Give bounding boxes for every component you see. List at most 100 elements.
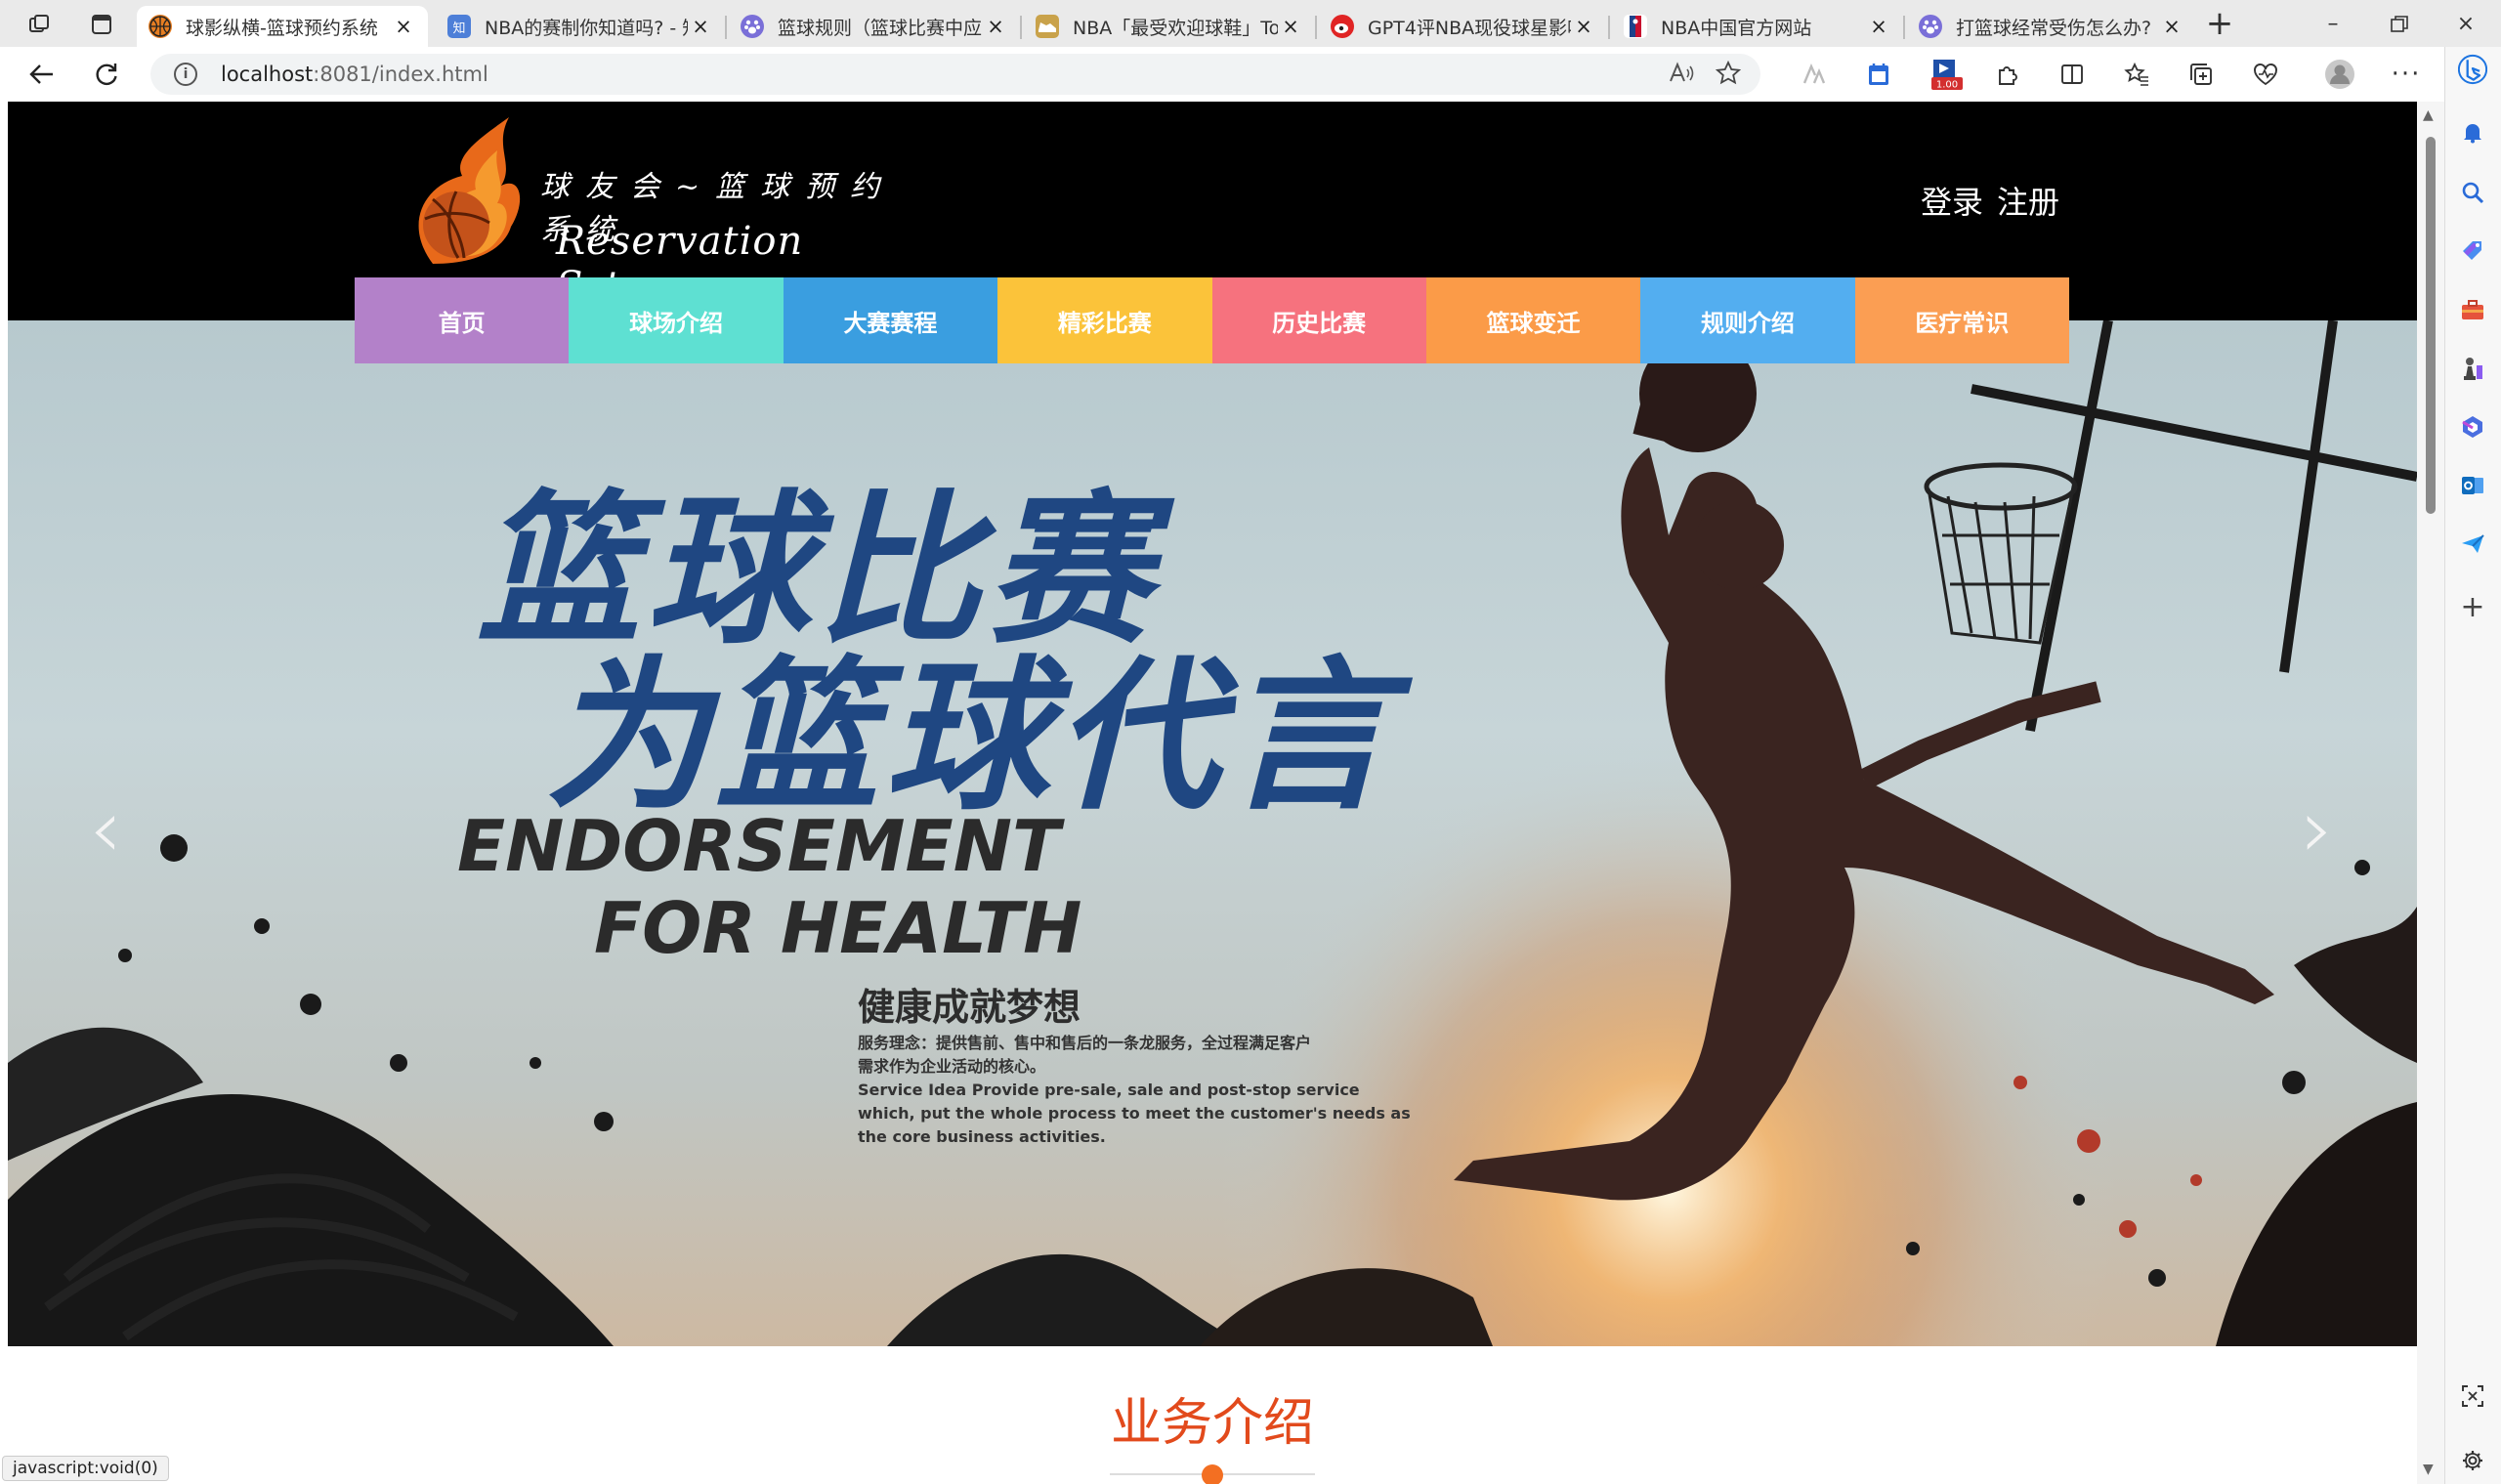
- search-icon[interactable]: [2458, 178, 2487, 207]
- tab[interactable]: NBA「最受欢迎球鞋」Top ×: [1024, 6, 1315, 47]
- hero-fine-print: 服务理念：提供售前、售中和售后的一条龙服务，全过程满足客户 需求作为企业活动的核…: [858, 1032, 1411, 1149]
- scroll-up-arrow-icon[interactable]: ▲: [2423, 107, 2434, 123]
- hero-fine-line: which, put the whole process to meet the…: [858, 1104, 1411, 1123]
- tab-actions-icon[interactable]: [88, 12, 115, 37]
- tab[interactable]: 打篮球经常受伤怎么办? ×: [1907, 6, 2196, 47]
- speed-extension-icon[interactable]: 1.00: [1923, 57, 1968, 92]
- nav-item-schedule[interactable]: 大赛赛程: [783, 277, 998, 363]
- divider-dot: [1202, 1464, 1223, 1484]
- nav-item-courts[interactable]: 球场介绍: [569, 277, 784, 363]
- refresh-icon[interactable]: [88, 57, 125, 92]
- site-logo[interactable]: 球友会~篮球预约系统 Reservation Sstem: [403, 117, 911, 309]
- tab-active[interactable]: 球影纵横-篮球预约系统 ×: [137, 6, 428, 47]
- close-window-button[interactable]: ×: [2437, 8, 2495, 41]
- login-link[interactable]: 登录: [1921, 184, 1983, 221]
- register-link[interactable]: 注册: [1997, 184, 2059, 221]
- site-info-icon[interactable]: i: [174, 63, 197, 86]
- close-tab-icon[interactable]: ×: [1571, 15, 1596, 38]
- hero-fine-line: 服务理念：提供售前、售中和售后的一条龙服务，全过程满足客户: [858, 1034, 1312, 1052]
- url-text[interactable]: localhost:8081/index.html: [221, 63, 488, 86]
- address-bar[interactable]: i localhost:8081/index.html: [150, 54, 1760, 95]
- browser-tab-bar: 球影纵横-篮球预约系统 × 知 NBA的赛制你知道吗? - 知 × 篮球规则（篮…: [0, 0, 2501, 47]
- tab[interactable]: 篮球规则（篮球比赛中应 ×: [729, 6, 1020, 47]
- speed-badge: 1.00: [1936, 80, 1958, 91]
- tab-title: 球影纵横-篮球预约系统: [186, 17, 378, 39]
- close-tab-icon[interactable]: ×: [1866, 15, 1891, 38]
- nav-item-history[interactable]: 历史比赛: [1211, 277, 1426, 363]
- favorites-icon[interactable]: [2118, 57, 2155, 92]
- browser-sidebar: +: [2444, 47, 2501, 1484]
- tab-separator: [1903, 16, 1905, 39]
- section-divider: [1110, 1463, 1315, 1484]
- zhihu-icon: 知: [447, 15, 471, 38]
- shopping-tag-icon[interactable]: [2458, 236, 2487, 266]
- tab[interactable]: NBA中国官方网站 ×: [1612, 6, 1903, 47]
- close-tab-icon[interactable]: ×: [2159, 15, 2184, 38]
- calendar-extension-icon[interactable]: [1860, 57, 1897, 92]
- extensions-puzzle-icon[interactable]: [1989, 57, 2026, 92]
- browser-essentials-icon[interactable]: [2247, 57, 2284, 92]
- nav-item-rules[interactable]: 规则介绍: [1640, 277, 1855, 363]
- sneaker-icon: [1036, 15, 1059, 38]
- carousel-prev-arrow-icon[interactable]: ‹: [76, 787, 135, 869]
- hero-english-2: FOR HEALTH: [594, 887, 1082, 969]
- scrollbar-thumb[interactable]: [2426, 137, 2436, 514]
- collections-icon[interactable]: [2183, 57, 2220, 92]
- weibo-icon: [1331, 15, 1354, 38]
- settings-gear-icon[interactable]: [2458, 1446, 2487, 1475]
- baidu-paw-icon: [1919, 15, 1942, 38]
- split-screen-icon[interactable]: [2054, 57, 2091, 92]
- status-bar-link: javascript:void(0): [2, 1456, 169, 1481]
- tab-title: GPT4评NBA现役球星影响: [1368, 17, 1571, 39]
- extension-a-icon[interactable]: [1796, 57, 1833, 92]
- microsoft-365-icon[interactable]: [2458, 412, 2487, 442]
- back-icon[interactable]: [23, 57, 61, 92]
- flaming-basketball-icon: [418, 117, 521, 264]
- tab-separator: [1608, 16, 1610, 39]
- tab[interactable]: 知 NBA的赛制你知道吗? - 知 ×: [436, 6, 725, 47]
- business-intro-section: 业务介绍: [8, 1381, 2417, 1484]
- hero-fine-line: 需求作为企业活动的核心。: [858, 1057, 1046, 1076]
- send-drop-icon[interactable]: [2458, 530, 2487, 559]
- hero-carousel: 篮球比赛 为篮球代言 ENDORSEMENT FOR HEALTH 健康成就梦想…: [8, 320, 2417, 1346]
- bing-copilot-icon[interactable]: [2458, 54, 2487, 85]
- games-chess-icon[interactable]: [2458, 354, 2487, 383]
- nba-logo-icon: [1624, 15, 1647, 38]
- profile-avatar-icon[interactable]: [2321, 57, 2358, 92]
- tab-title: 篮球规则（篮球比赛中应: [778, 17, 983, 39]
- scroll-down-arrow-icon[interactable]: ▼: [2423, 1462, 2434, 1477]
- hero-fine-line: Service Idea Provide pre-sale, sale and …: [858, 1081, 1360, 1099]
- url-host: localhost: [221, 63, 314, 86]
- add-sidebar-app-icon[interactable]: +: [2458, 590, 2487, 624]
- notification-bell-icon[interactable]: [2458, 117, 2487, 147]
- close-tab-icon[interactable]: ×: [391, 15, 416, 38]
- hero-slogan: 健康成就梦想: [858, 986, 1081, 1029]
- close-tab-icon[interactable]: ×: [688, 15, 713, 38]
- restore-button[interactable]: [2370, 8, 2429, 41]
- page-scrollbar[interactable]: ▲ ▼: [2417, 102, 2444, 1484]
- nav-item-evolution[interactable]: 篮球变迁: [1425, 277, 1641, 363]
- new-tab-button[interactable]: +: [2200, 7, 2239, 41]
- hero-english-1: ENDORSEMENT: [457, 805, 1061, 887]
- tab-title: NBA中国官方网站: [1661, 17, 1812, 39]
- nav-item-highlights[interactable]: 精彩比赛: [997, 277, 1212, 363]
- tools-briefcase-icon[interactable]: [2458, 295, 2487, 324]
- more-menu-icon[interactable]: ···: [2388, 57, 2425, 92]
- tab-title: 打篮球经常受伤怎么办?: [1956, 17, 2152, 39]
- close-tab-icon[interactable]: ×: [983, 15, 1008, 38]
- nav-item-medical[interactable]: 医疗常识: [1854, 277, 2069, 363]
- workspaces-icon[interactable]: [25, 12, 53, 37]
- close-tab-icon[interactable]: ×: [1278, 15, 1303, 38]
- tab[interactable]: GPT4评NBA现役球星影响 ×: [1319, 6, 1608, 47]
- outlook-icon[interactable]: [2458, 471, 2487, 500]
- screenshot-capture-icon[interactable]: [2458, 1381, 2487, 1411]
- tab-separator: [1020, 16, 1022, 39]
- carousel-next-arrow-icon[interactable]: ›: [2288, 787, 2347, 869]
- minimize-button[interactable]: –: [2304, 8, 2362, 41]
- main-nav-menu: 首页 球场介绍 大赛赛程 精彩比赛 历史比赛 篮球变迁 规则介绍 医疗常识: [355, 277, 2069, 363]
- section-title: 业务介绍: [1110, 1394, 1314, 1453]
- favorite-star-icon[interactable]: [1710, 56, 1747, 91]
- read-aloud-icon[interactable]: [1663, 56, 1700, 91]
- browser-nav-bar: i localhost:8081/index.html 1.00 ···: [0, 47, 2501, 102]
- nav-item-home[interactable]: 首页: [355, 277, 570, 363]
